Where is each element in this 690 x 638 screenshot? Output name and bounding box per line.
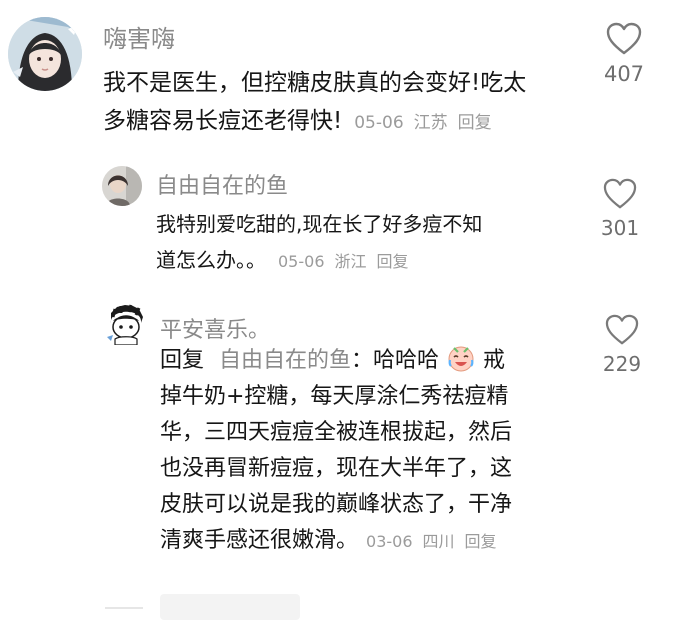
comment-date: 05-06 — [278, 252, 325, 271]
like-button[interactable]: 229 — [592, 314, 652, 376]
comment-date: 05-06 — [354, 113, 404, 133]
comment-location: 江苏 — [413, 113, 448, 133]
comment-text-line: 华，三四天痘痘全被连根拔起，然后 — [160, 420, 513, 445]
heart-icon — [605, 314, 639, 345]
comment-text-line: 道怎么办。。 05-06 浙江 回复 — [156, 242, 596, 280]
avatar[interactable] — [102, 166, 142, 206]
blurred-next-row — [160, 594, 300, 620]
heart-icon — [606, 22, 642, 55]
comment-1: 嗨害嗨 我不是医生，但控糖皮肤真的会变好!吃太 多糖容易长痘还老得快! 05-06… — [0, 0, 690, 150]
comment-text: 我不是医生，但控糖皮肤真的会变好!吃太 多糖容易长痘还老得快! 05-06 江苏 回复 — [103, 64, 583, 142]
reply-button[interactable]: 回复 — [465, 532, 497, 551]
comment-text-line-end: 清爽手感还很嫩滑。 — [160, 528, 359, 553]
like-button[interactable]: 301 — [590, 178, 650, 240]
comment-text: 我特别爱吃甜的,现在长了好多痘不知 道怎么办。。 05-06 浙江 回复 — [156, 206, 596, 280]
comment-text-line: 多糖容易长痘还老得快! 05-06 江苏 回复 — [103, 102, 583, 142]
comment-text-line: 清爽手感还很嫩滑。 03-06 四川 回复 — [160, 523, 600, 560]
like-count: 407 — [603, 62, 645, 86]
comment-text-line-end: 多糖容易长痘还老得快! — [103, 108, 343, 134]
like-count: 301 — [600, 216, 640, 240]
laughing-crying-emoji-icon — [446, 344, 476, 372]
comment-2: 自由自在的鱼 我特别爱吃甜的,现在长了好多痘不知 道怎么办。。 05-06 浙江 回复… — [0, 150, 690, 300]
reply-button[interactable]: 回复 — [377, 252, 409, 271]
comment-text-fragment: 戒 — [483, 348, 506, 373]
comment-location: 四川 — [422, 532, 455, 551]
comment-text-line-end: 道怎么办。。 — [156, 248, 266, 272]
comment-meta: 05-06 江苏 回复 — [354, 113, 501, 133]
comment-meta: 05-06 浙江 回复 — [278, 252, 419, 271]
username[interactable]: 嗨害嗨 — [103, 19, 175, 54]
like-count: 229 — [602, 352, 642, 376]
comment-text-line: 也没再冒新痘痘，现在大半年了，这 — [160, 456, 513, 481]
reply-button[interactable]: 回复 — [458, 113, 492, 133]
comment-text: 回复 自由自在的鱼：哈哈哈 戒 掉牛奶+控糖，每天厚涂仁秀祛痘精 华，三四天痘痘… — [160, 343, 600, 560]
username[interactable]: 平安喜乐。 — [160, 312, 270, 344]
comment-text-line: 皮肤可以说是我的巅峰状态了，干净 — [160, 492, 513, 517]
comment-text-line: 我特别爱吃甜的,现在长了好多痘不知 — [156, 212, 483, 236]
heart-icon — [603, 178, 637, 209]
expand-replies-divider — [105, 607, 143, 609]
avatar[interactable] — [103, 303, 149, 345]
mention-link[interactable]: 自由自在的鱼 — [219, 348, 351, 373]
cartoon-avatar-icon — [107, 304, 143, 345]
comment-3: 平安喜乐。 回复 自由自在的鱼：哈哈哈 戒 掉牛奶+控糖，每天厚涂仁秀祛痘精 华… — [0, 300, 690, 600]
comment-text-line: 我不是医生，但控糖皮肤真的会变好!吃太 — [103, 70, 527, 96]
girl-avatar-icon — [8, 17, 82, 91]
comment-location: 浙江 — [334, 252, 367, 271]
username[interactable]: 自由自在的鱼 — [156, 168, 288, 200]
comment-meta: 03-06 四川 回复 — [366, 532, 507, 551]
comment-text-fragment: ：哈哈哈 — [351, 348, 440, 373]
comment-text-line: 回复 自由自在的鱼：哈哈哈 戒 — [160, 343, 600, 379]
reply-prefix: 回复 — [160, 348, 205, 373]
like-button[interactable]: 407 — [594, 22, 654, 86]
comment-text-line: 掉牛奶+控糖，每天厚涂仁秀祛痘精 — [160, 384, 509, 409]
selfie-avatar-icon — [102, 166, 142, 206]
comment-date: 03-06 — [366, 532, 413, 551]
avatar[interactable] — [8, 17, 82, 91]
